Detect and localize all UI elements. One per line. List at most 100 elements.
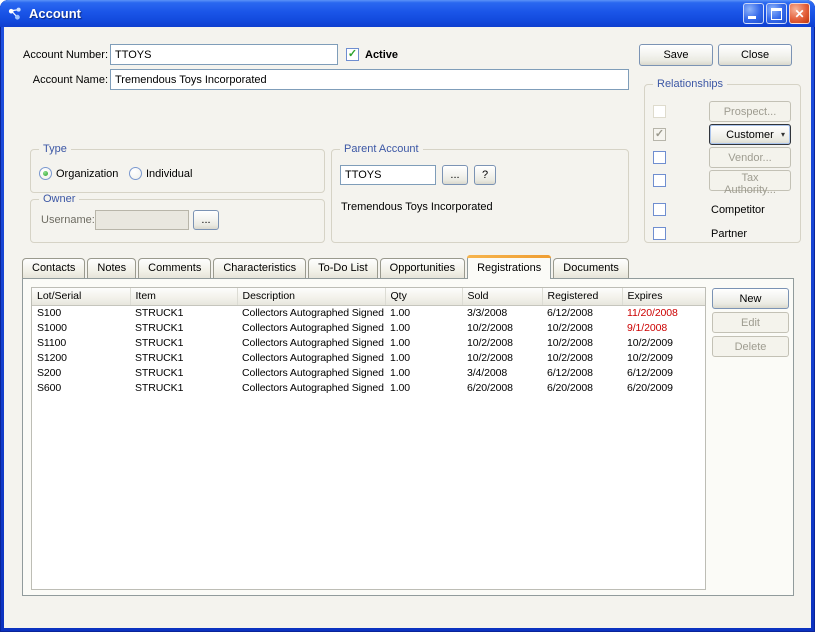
delete-button[interactable]: Delete (712, 336, 789, 357)
cell-description: Collectors Autographed Signed (237, 336, 385, 351)
tab-to-do-list[interactable]: To-Do List (308, 258, 378, 278)
prospect-checkbox[interactable] (653, 105, 666, 118)
close-window-button[interactable]: ✕ (789, 3, 810, 24)
cell-item: STRUCK1 (130, 381, 237, 396)
type-group-title: Type (39, 143, 71, 156)
registrations-listview: Lot/Serial Item Description Qty Sold Reg… (31, 287, 706, 590)
parent-account-group: Parent Account ... ? Tremendous Toys Inc… (331, 149, 629, 243)
account-window: Account ✕ Account Number: ✓ Active Save … (0, 0, 815, 632)
cell-lot-serial: S100 (32, 305, 130, 321)
save-button[interactable]: Save (639, 44, 713, 66)
customer-checkbox[interactable]: ✓ (653, 128, 666, 141)
tab-notes[interactable]: Notes (87, 258, 136, 278)
cell-qty: 1.00 (385, 321, 462, 336)
parent-account-browse-button[interactable]: ... (442, 165, 468, 185)
relationship-row-vendor: Vendor... (645, 147, 800, 168)
maximize-button[interactable] (766, 3, 787, 24)
cell-expires: 6/12/2009 (622, 366, 705, 381)
partner-checkbox[interactable] (653, 227, 666, 240)
cell-item: STRUCK1 (130, 366, 237, 381)
cell-lot-serial: S200 (32, 366, 130, 381)
tab-characteristics[interactable]: Characteristics (213, 258, 306, 278)
tab-registrations[interactable]: Registrations (467, 255, 551, 279)
column-header-item[interactable]: Item (130, 288, 237, 305)
table-row[interactable]: S1000 STRUCK1 Collectors Autographed Sig… (32, 321, 705, 336)
owner-group-title: Owner (39, 193, 79, 206)
parent-account-group-title: Parent Account (340, 143, 423, 156)
cell-registered: 6/12/2008 (542, 305, 622, 321)
cell-expires: 11/20/2008 (622, 305, 705, 321)
relationships-group-title: Relationships (653, 78, 727, 91)
relationship-row-partner: Partner (645, 224, 800, 245)
tab-strip: Contacts Notes Comments Characteristics … (22, 255, 631, 279)
cell-description: Collectors Autographed Signed (237, 366, 385, 381)
prospect-button[interactable]: Prospect... (709, 101, 791, 122)
account-name-input[interactable] (110, 69, 629, 90)
parent-account-help-button[interactable]: ? (474, 165, 496, 185)
tax-authority-button[interactable]: Tax Authority... (709, 170, 791, 191)
individual-label: Individual (146, 168, 192, 181)
table-row[interactable]: S100 STRUCK1 Collectors Autographed Sign… (32, 305, 705, 321)
column-header-lot-serial[interactable]: Lot/Serial (32, 288, 130, 305)
client-area: Account Number: ✓ Active Save Close Acco… (4, 27, 811, 628)
table-row[interactable]: S1100 STRUCK1 Collectors Autographed Sig… (32, 336, 705, 351)
column-header-registered[interactable]: Registered (542, 288, 622, 305)
organization-radio[interactable] (39, 167, 52, 180)
cell-lot-serial: S1100 (32, 336, 130, 351)
account-name-label: Account Name: (8, 74, 108, 87)
cell-item: STRUCK1 (130, 351, 237, 366)
owner-browse-button[interactable]: ... (193, 210, 219, 230)
customer-button[interactable]: Customer▾ (709, 124, 791, 145)
cell-qty: 1.00 (385, 366, 462, 381)
individual-radio[interactable] (129, 167, 142, 180)
table-row[interactable]: S200 STRUCK1 Collectors Autographed Sign… (32, 366, 705, 381)
cell-expires: 9/1/2008 (622, 321, 705, 336)
minimize-button[interactable] (743, 3, 764, 24)
tab-contacts[interactable]: Contacts (22, 258, 85, 278)
account-number-input[interactable] (110, 44, 338, 65)
column-header-qty[interactable]: Qty (385, 288, 462, 305)
competitor-checkbox[interactable] (653, 203, 666, 216)
edit-button[interactable]: Edit (712, 312, 789, 333)
checkmark-icon: ✓ (655, 129, 664, 140)
parent-account-display-name: Tremendous Toys Incorporated (341, 201, 493, 214)
vendor-button[interactable]: Vendor... (709, 147, 791, 168)
cell-sold: 10/2/2008 (462, 336, 542, 351)
username-input[interactable] (95, 210, 189, 230)
cell-sold: 3/3/2008 (462, 305, 542, 321)
close-button[interactable]: Close (718, 44, 792, 66)
app-icon[interactable] (7, 6, 23, 22)
titlebar[interactable]: Account ✕ (0, 0, 815, 27)
type-group: Type Organization Individual (30, 149, 325, 193)
checkmark-icon: ✓ (348, 49, 357, 60)
column-header-expires[interactable]: Expires (622, 288, 705, 305)
username-label: Username: (41, 214, 95, 227)
cell-registered: 10/2/2008 (542, 336, 622, 351)
cell-description: Collectors Autographed Signed (237, 351, 385, 366)
tab-documents[interactable]: Documents (553, 258, 629, 278)
registrations-panel: Lot/Serial Item Description Qty Sold Reg… (22, 278, 794, 596)
cell-item: STRUCK1 (130, 321, 237, 336)
registrations-table: Lot/Serial Item Description Qty Sold Reg… (32, 288, 706, 396)
parent-account-input[interactable] (340, 165, 436, 185)
cell-expires: 10/2/2009 (622, 336, 705, 351)
cell-registered: 6/20/2008 (542, 381, 622, 396)
tab-opportunities[interactable]: Opportunities (380, 258, 465, 278)
tab-comments[interactable]: Comments (138, 258, 211, 278)
column-header-description[interactable]: Description (237, 288, 385, 305)
cell-description: Collectors Autographed Signed (237, 321, 385, 336)
active-label: Active (365, 49, 398, 62)
table-row[interactable]: S600 STRUCK1 Collectors Autographed Sign… (32, 381, 705, 396)
close-icon: ✕ (794, 8, 804, 20)
new-button[interactable]: New (712, 288, 789, 309)
cell-sold: 10/2/2008 (462, 321, 542, 336)
table-row[interactable]: S1200 STRUCK1 Collectors Autographed Sig… (32, 351, 705, 366)
maximize-icon (771, 8, 782, 20)
tax-authority-checkbox[interactable] (653, 174, 666, 187)
organization-label: Organization (56, 168, 118, 181)
relationships-group: Relationships Prospect... ✓ Customer▾ Ve… (644, 84, 801, 243)
vendor-checkbox[interactable] (653, 151, 666, 164)
column-header-sold[interactable]: Sold (462, 288, 542, 305)
active-checkbox[interactable]: ✓ (346, 48, 359, 61)
account-number-label: Account Number: (8, 49, 108, 62)
